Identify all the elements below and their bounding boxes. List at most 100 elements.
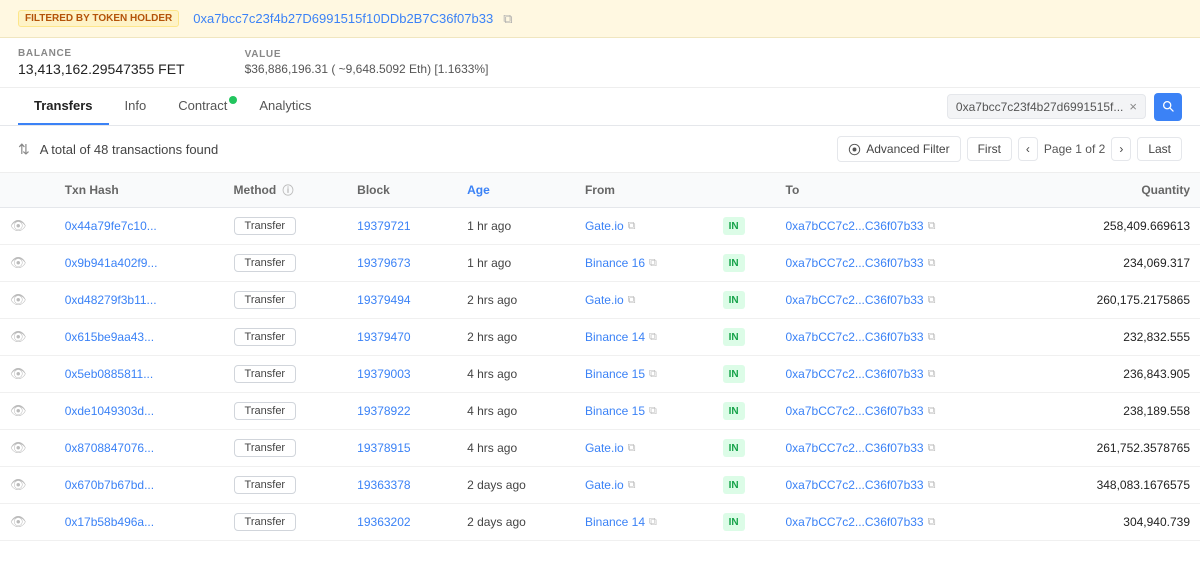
search-button[interactable]: [1154, 93, 1182, 121]
row-block-6: 19378915: [347, 430, 457, 467]
search-icon: [1162, 100, 1175, 113]
table-row: 👁 0x44a79fe7c10... Transfer 19379721 1 h…: [0, 208, 1200, 245]
copy-to-icon-1[interactable]: ⧉: [928, 257, 936, 270]
tab-transfers[interactable]: Transfers: [18, 88, 109, 125]
txn-link-0[interactable]: 0x44a79fe7c10...: [65, 219, 157, 233]
from-link-6[interactable]: Gate.io ⧉: [585, 441, 703, 455]
row-txnhash-7: 0x670b7b67bd...: [55, 467, 224, 504]
last-page-button[interactable]: Last: [1137, 137, 1182, 161]
row-eye-4[interactable]: 👁: [0, 356, 55, 393]
copy-to-icon-3[interactable]: ⧉: [928, 331, 936, 344]
advanced-filter-button[interactable]: Advanced Filter: [837, 136, 960, 162]
copy-from-icon-1[interactable]: ⧉: [649, 257, 657, 270]
copy-from-icon-8[interactable]: ⧉: [649, 516, 657, 529]
row-eye-2[interactable]: 👁: [0, 282, 55, 319]
txn-link-8[interactable]: 0x17b58b496a...: [65, 515, 154, 529]
table-row: 👁 0xde1049303d... Transfer 19378922 4 hr…: [0, 393, 1200, 430]
to-link-3[interactable]: 0xa7bCC7c2...C36f07b33 ⧉: [786, 330, 1021, 344]
value-label: VALUE: [245, 49, 489, 60]
txn-link-4[interactable]: 0x5eb0885811...: [65, 367, 154, 381]
to-link-0[interactable]: 0xa7bCC7c2...C36f07b33 ⧉: [786, 219, 1021, 233]
tab-analytics[interactable]: Analytics: [243, 88, 327, 125]
row-eye-7[interactable]: 👁: [0, 467, 55, 504]
copy-to-icon-6[interactable]: ⧉: [928, 442, 936, 455]
to-link-7[interactable]: 0xa7bCC7c2...C36f07b33 ⧉: [786, 478, 1021, 492]
block-link-6[interactable]: 19378915: [357, 441, 410, 455]
copy-address-icon[interactable]: ⧉: [503, 11, 512, 27]
txn-link-3[interactable]: 0x615be9aa43...: [65, 330, 154, 344]
from-link-2[interactable]: Gate.io ⧉: [585, 293, 703, 307]
copy-from-icon-4[interactable]: ⧉: [649, 368, 657, 381]
copy-from-icon-3[interactable]: ⧉: [649, 331, 657, 344]
row-eye-3[interactable]: 👁: [0, 319, 55, 356]
copy-from-icon-6[interactable]: ⧉: [628, 442, 636, 455]
txn-link-2[interactable]: 0xd48279f3b11...: [65, 293, 157, 307]
from-link-5[interactable]: Binance 15 ⧉: [585, 404, 703, 418]
first-page-button[interactable]: First: [967, 137, 1012, 161]
row-block-1: 19379673: [347, 245, 457, 282]
block-link-1[interactable]: 19379673: [357, 256, 410, 270]
from-link-1[interactable]: Binance 16 ⧉: [585, 256, 703, 270]
from-link-7[interactable]: Gate.io ⧉: [585, 478, 703, 492]
to-link-5[interactable]: 0xa7bCC7c2...C36f07b33 ⧉: [786, 404, 1021, 418]
from-link-0[interactable]: Gate.io ⧉: [585, 219, 703, 233]
copy-from-icon-0[interactable]: ⧉: [628, 220, 636, 233]
next-page-button[interactable]: ›: [1111, 137, 1131, 161]
txn-link-6[interactable]: 0x8708847076...: [65, 441, 154, 455]
copy-from-icon-7[interactable]: ⧉: [628, 479, 636, 492]
copy-to-icon-5[interactable]: ⧉: [928, 405, 936, 418]
copy-to-icon-2[interactable]: ⧉: [928, 294, 936, 307]
block-link-4[interactable]: 19379003: [357, 367, 410, 381]
pill-close-icon[interactable]: ×: [1129, 99, 1137, 114]
copy-from-icon-5[interactable]: ⧉: [649, 405, 657, 418]
to-link-8[interactable]: 0xa7bCC7c2...C36f07b33 ⧉: [786, 515, 1021, 529]
in-badge-3: IN: [723, 328, 745, 346]
col-to: To: [776, 173, 1031, 208]
sort-icon[interactable]: ⇅: [18, 141, 30, 158]
to-link-2[interactable]: 0xa7bCC7c2...C36f07b33 ⧉: [786, 293, 1021, 307]
row-eye-6[interactable]: 👁: [0, 430, 55, 467]
table-row: 👁 0x670b7b67bd... Transfer 19363378 2 da…: [0, 467, 1200, 504]
copy-to-icon-4[interactable]: ⧉: [928, 368, 936, 381]
row-quantity-7: 348,083.1676575: [1030, 467, 1200, 504]
copy-to-icon-0[interactable]: ⧉: [928, 220, 936, 233]
to-link-6[interactable]: 0xa7bCC7c2...C36f07b33 ⧉: [786, 441, 1021, 455]
filter-address[interactable]: 0xa7bcc7c23f4b27D6991515f10DDb2B7C36f07b…: [193, 11, 493, 26]
txn-link-5[interactable]: 0xde1049303d...: [65, 404, 154, 418]
in-badge-6: IN: [723, 439, 745, 457]
method-info-icon[interactable]: ⓘ: [283, 185, 294, 197]
row-eye-1[interactable]: 👁: [0, 245, 55, 282]
block-link-2[interactable]: 19379494: [357, 293, 410, 307]
block-link-5[interactable]: 19378922: [357, 404, 410, 418]
prev-page-button[interactable]: ‹: [1018, 137, 1038, 161]
to-link-4[interactable]: 0xa7bCC7c2...C36f07b33 ⧉: [786, 367, 1021, 381]
row-block-4: 19379003: [347, 356, 457, 393]
from-link-8[interactable]: Binance 14 ⧉: [585, 515, 703, 529]
row-age-5: 4 hrs ago: [457, 393, 575, 430]
row-txnhash-8: 0x17b58b496a...: [55, 504, 224, 541]
txn-link-7[interactable]: 0x670b7b67bd...: [65, 478, 154, 492]
row-txnhash-4: 0x5eb0885811...: [55, 356, 224, 393]
row-eye-5[interactable]: 👁: [0, 393, 55, 430]
row-to-8: 0xa7bCC7c2...C36f07b33 ⧉: [776, 504, 1031, 541]
table-row: 👁 0x615be9aa43... Transfer 19379470 2 hr…: [0, 319, 1200, 356]
row-eye-8[interactable]: 👁: [0, 504, 55, 541]
from-link-4[interactable]: Binance 15 ⧉: [585, 367, 703, 381]
row-direction-2: IN: [713, 282, 776, 319]
method-badge-7: Transfer: [234, 476, 297, 494]
row-from-0: Gate.io ⧉: [575, 208, 713, 245]
to-link-1[interactable]: 0xa7bCC7c2...C36f07b33 ⧉: [786, 256, 1021, 270]
block-link-7[interactable]: 19363378: [357, 478, 410, 492]
row-eye-0[interactable]: 👁: [0, 208, 55, 245]
block-link-8[interactable]: 19363202: [357, 515, 410, 529]
block-link-3[interactable]: 19379470: [357, 330, 410, 344]
row-direction-8: IN: [713, 504, 776, 541]
tab-contract[interactable]: Contract: [162, 88, 243, 125]
txn-link-1[interactable]: 0x9b941a402f9...: [65, 256, 158, 270]
copy-to-icon-7[interactable]: ⧉: [928, 479, 936, 492]
copy-from-icon-2[interactable]: ⧉: [628, 294, 636, 307]
block-link-0[interactable]: 19379721: [357, 219, 410, 233]
from-link-3[interactable]: Binance 14 ⧉: [585, 330, 703, 344]
copy-to-icon-8[interactable]: ⧉: [928, 516, 936, 529]
tab-info[interactable]: Info: [109, 88, 163, 125]
